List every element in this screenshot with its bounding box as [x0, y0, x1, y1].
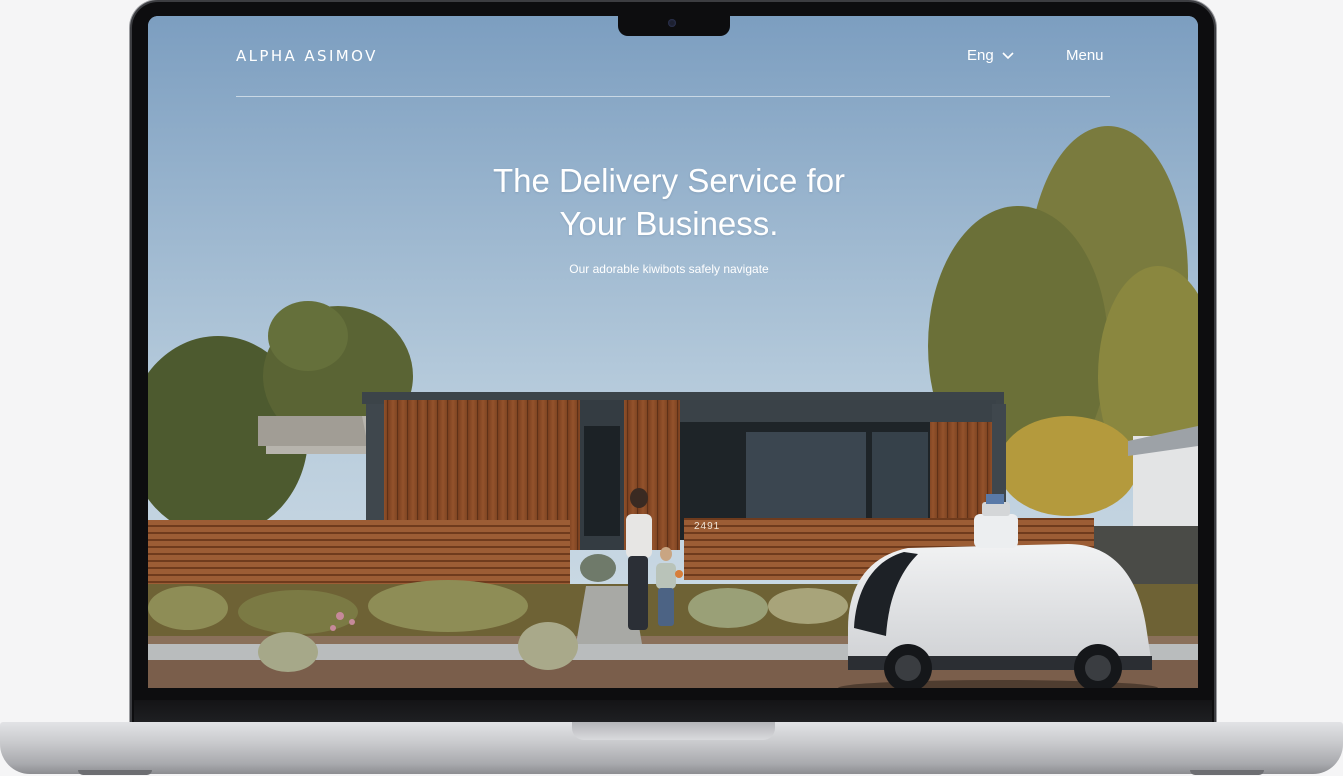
laptop-foot-left: [78, 770, 152, 775]
chevron-down-icon: [1002, 51, 1014, 59]
laptop-open-notch: [572, 722, 775, 740]
hero-title-line-2: Your Business.: [559, 205, 779, 242]
screen-bezel-bottom: [134, 700, 1212, 724]
hero-background-photo: [148, 16, 1198, 688]
hero-title-line-1: The Delivery Service for: [492, 162, 846, 199]
laptop-foot-right: [1190, 770, 1264, 775]
brand-logo[interactable]: ALPHA ASIMOV: [236, 47, 378, 65]
camera-icon: [668, 19, 676, 27]
menu-button[interactable]: Menu: [1066, 47, 1104, 64]
hero-subtitle: Our adorable kiwibots safely navigate: [569, 262, 769, 276]
top-navigation: ALPHA ASIMOV Eng Menu: [236, 44, 1110, 97]
language-label: Eng: [967, 47, 994, 64]
hero-title: The Delivery Service for Your Business.: [148, 159, 1190, 245]
screen: ALPHA ASIMOV Eng Menu The Delivery Servi…: [148, 16, 1198, 688]
language-selector[interactable]: Eng: [967, 47, 1014, 64]
house-number: 2491: [694, 521, 721, 532]
camera-notch: [618, 14, 730, 36]
